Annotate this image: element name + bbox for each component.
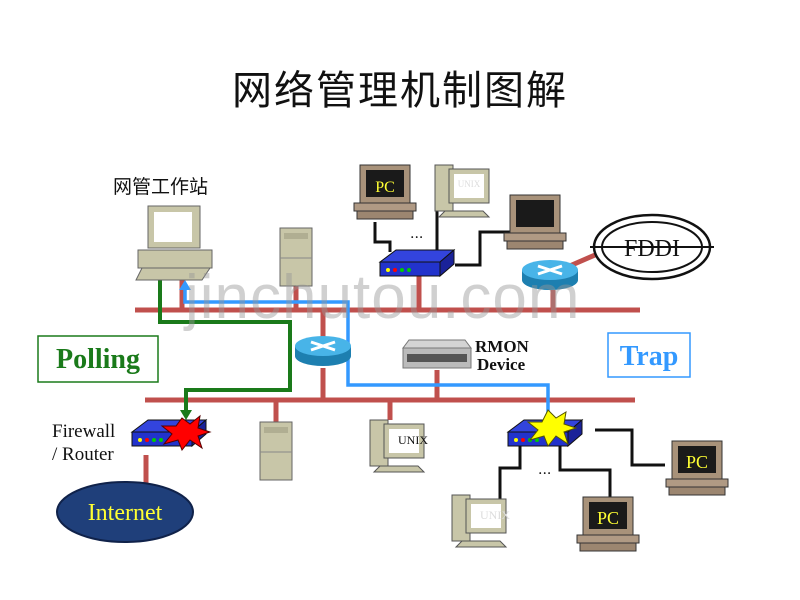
trap-label: Trap: [620, 341, 679, 372]
pc-label: PC: [597, 508, 619, 528]
internet-label: Internet: [88, 500, 163, 526]
ellipsis-upper: ...: [410, 226, 423, 242]
pc-label: PC: [686, 452, 708, 472]
router-core: [293, 334, 353, 368]
firewall-label-line2: / Router: [52, 444, 114, 465]
nms-station-label: 网管工作站: [113, 176, 208, 198]
rmon-device: [402, 339, 472, 369]
polling-label: Polling: [56, 344, 140, 375]
watermark: jinchutou.com: [185, 263, 581, 332]
unix-label: UNIX: [458, 179, 481, 189]
server-lower: [259, 421, 293, 481]
pc-label: PC: [375, 179, 395, 196]
firewall-label-line1: Firewall: [52, 421, 115, 442]
pc-upper-right: [503, 194, 567, 250]
unix-label: UNIX: [480, 508, 510, 522]
fddi-label: FDDI: [624, 236, 680, 262]
ellipsis-lower: ...: [538, 462, 551, 478]
unix-label: UNIX: [398, 433, 428, 447]
unix-upper: [434, 164, 490, 218]
rmon-label-line1: RMON: [475, 337, 530, 356]
rmon-label-line2: Device: [477, 355, 526, 374]
